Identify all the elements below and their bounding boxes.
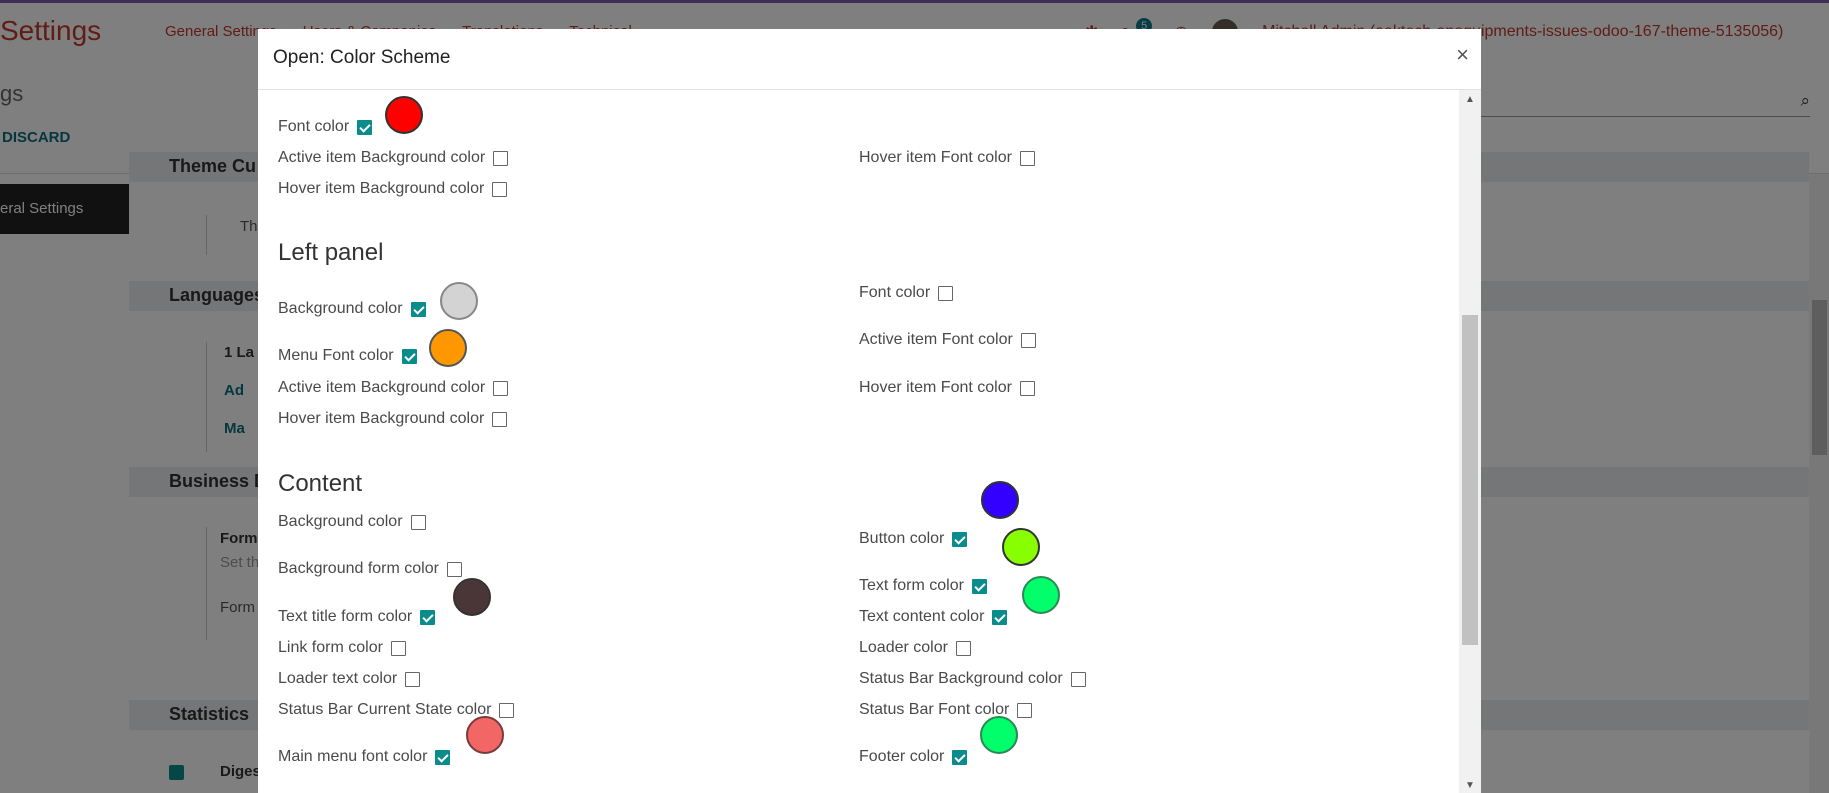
top-hover-bg-checkbox[interactable] [492, 181, 508, 197]
section-content-title: Content [278, 470, 363, 497]
field-label: Main menu font color [278, 748, 428, 765]
ct-link-form-field: Link form color [278, 639, 406, 657]
top-font-color-field: Font color [278, 118, 373, 136]
ct-link-form-checkbox[interactable] [390, 640, 406, 656]
ct-loader-text-checkbox[interactable] [405, 671, 421, 687]
ct-button-color-field: Button color [859, 530, 968, 548]
ct-statusbar-font-field: Status Bar Font color [859, 701, 1033, 719]
field-label: Text content color [859, 608, 985, 625]
field-label: Font color [859, 284, 931, 301]
field-label: Active item Background color [278, 149, 486, 166]
scroll-down-icon[interactable]: ▼ [1465, 780, 1475, 791]
lp-background-color-swatch[interactable] [440, 282, 478, 320]
top-hover-font-checkbox[interactable] [1019, 150, 1035, 166]
lp-active-font-field: Active item Font color [859, 331, 1036, 349]
ct-text-form-field: Text form color [859, 577, 987, 595]
ct-background-color-checkbox[interactable] [410, 514, 426, 530]
ct-text-form-swatch[interactable] [1002, 528, 1040, 566]
dialog-body: Font color Active item Background color … [258, 90, 1459, 793]
ct-main-menu-font-swatch[interactable] [466, 716, 504, 754]
ct-footer-color-checkbox[interactable] [952, 749, 968, 765]
lp-font-color-field: Font color [859, 284, 954, 302]
lp-hover-bg-field: Hover item Background color [278, 410, 508, 428]
scroll-up-icon[interactable]: ▲ [1465, 94, 1475, 105]
ct-main-menu-font-field: Main menu font color [278, 748, 451, 766]
field-label: Status Bar Current State color [278, 701, 492, 718]
ct-text-form-checkbox[interactable] [971, 578, 987, 594]
field-label: Active item Font color [859, 331, 1013, 348]
lp-background-color-field: Background color [278, 300, 426, 318]
ct-button-color-checkbox[interactable] [952, 531, 968, 547]
ct-text-content-swatch[interactable] [1022, 576, 1060, 614]
top-active-bg-checkbox[interactable] [493, 150, 509, 166]
lp-background-color-checkbox[interactable] [410, 301, 426, 317]
ct-footer-color-swatch[interactable] [980, 716, 1018, 754]
lp-hover-font-checkbox[interactable] [1019, 380, 1035, 396]
ct-background-form-checkbox[interactable] [446, 561, 462, 577]
lp-menu-font-color-checkbox[interactable] [401, 348, 417, 364]
lp-active-font-checkbox[interactable] [1020, 332, 1036, 348]
ct-text-title-form-field: Text title form color [278, 608, 436, 626]
field-label: Hover item Background color [278, 410, 485, 427]
ct-text-title-form-swatch[interactable] [453, 578, 491, 616]
field-label: Active item Background color [278, 379, 486, 396]
lp-menu-font-color-field: Menu Font color [278, 347, 417, 365]
field-label: Link form color [278, 639, 383, 656]
lp-active-bg-field: Active item Background color [278, 379, 509, 397]
lp-font-color-checkbox[interactable] [938, 285, 954, 301]
lp-active-bg-checkbox[interactable] [493, 380, 509, 396]
field-label: Loader text color [278, 670, 398, 687]
ct-footer-color-field: Footer color [859, 748, 968, 766]
lp-menu-font-color-swatch[interactable] [429, 329, 467, 367]
ct-statusbar-current-checkbox[interactable] [499, 702, 515, 718]
top-hover-font-field: Hover item Font color [859, 149, 1035, 167]
close-icon[interactable]: × [1456, 42, 1469, 68]
dialog-title: Open: Color Scheme [273, 47, 451, 68]
ct-main-menu-font-checkbox[interactable] [435, 749, 451, 765]
field-label: Hover item Font color [859, 379, 1012, 396]
ct-background-color-field: Background color [278, 513, 426, 531]
top-hover-bg-field: Hover item Background color [278, 180, 508, 198]
field-label: Text title form color [278, 608, 413, 625]
color-scheme-dialog: Open: Color Scheme × Font color Active i… [258, 29, 1481, 793]
field-label: Status Bar Font color [859, 701, 1010, 718]
ct-statusbar-bg-checkbox[interactable] [1070, 671, 1086, 687]
ct-loader-color-checkbox[interactable] [955, 640, 971, 656]
field-label: Background form color [278, 560, 439, 577]
ct-button-color-swatch[interactable] [981, 481, 1019, 519]
section-left-panel-title: Left panel [278, 239, 384, 266]
field-label: Footer color [859, 748, 945, 765]
ct-text-content-field: Text content color [859, 608, 1008, 626]
dialog-scrollbar-thumb[interactable] [1462, 315, 1478, 645]
dialog-scrollbar[interactable]: ▲ ▼ [1459, 90, 1481, 793]
top-font-color-swatch[interactable] [385, 96, 423, 134]
ct-background-form-field: Background form color [278, 560, 462, 578]
ct-text-content-checkbox[interactable] [992, 609, 1008, 625]
ct-statusbar-font-checkbox[interactable] [1017, 702, 1033, 718]
top-active-bg-field: Active item Background color [278, 149, 509, 167]
lp-hover-bg-checkbox[interactable] [492, 411, 508, 427]
ct-loader-color-field: Loader color [859, 639, 971, 657]
field-label: Text form color [859, 577, 964, 594]
field-label: Hover item Font color [859, 149, 1012, 166]
ct-loader-text-field: Loader text color [278, 670, 421, 688]
field-label: Loader color [859, 639, 948, 656]
dialog-header: Open: Color Scheme × [258, 29, 1481, 90]
ct-statusbar-bg-field: Status Bar Background color [859, 670, 1086, 688]
field-label: Button color [859, 530, 945, 547]
field-label: Status Bar Background color [859, 670, 1063, 687]
lp-hover-font-field: Hover item Font color [859, 379, 1035, 397]
top-font-color-checkbox[interactable] [357, 119, 373, 135]
field-label: Menu Font color [278, 347, 394, 364]
field-label: Font color [278, 118, 350, 135]
ct-text-title-form-checkbox[interactable] [420, 609, 436, 625]
field-label: Background color [278, 300, 403, 317]
field-label: Hover item Background color [278, 180, 485, 197]
field-label: Background color [278, 513, 403, 530]
